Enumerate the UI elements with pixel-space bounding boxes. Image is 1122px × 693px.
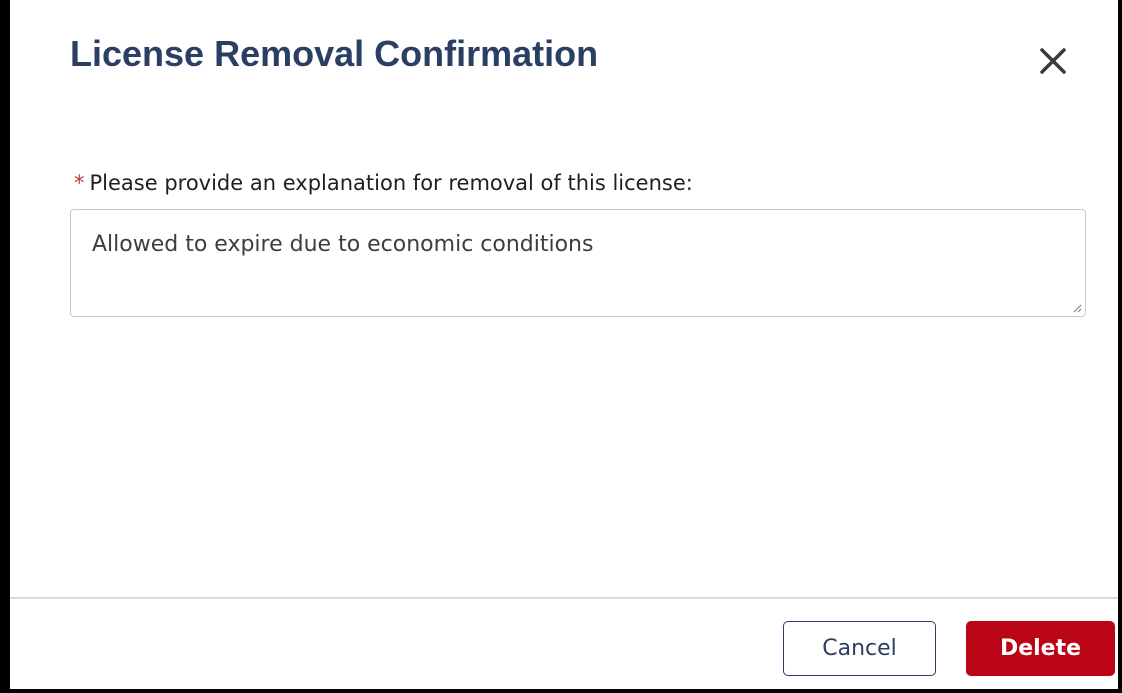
delete-button[interactable]: Delete — [966, 621, 1115, 676]
dialog-title: License Removal Confirmation — [70, 33, 599, 74]
cancel-button[interactable]: Cancel — [783, 621, 936, 676]
required-indicator: * — [74, 171, 85, 195]
close-button[interactable] — [1030, 38, 1076, 84]
explanation-value: Allowed to expire due to economic condit… — [92, 232, 594, 257]
explanation-textarea[interactable]: Allowed to expire due to economic condit… — [70, 209, 1086, 317]
explanation-label-text: Please provide an explanation for remova… — [89, 171, 693, 195]
footer-divider — [10, 597, 1118, 599]
license-removal-dialog: License Removal Confirmation * Please pro… — [10, 0, 1118, 689]
explanation-label: * Please provide an explanation for remov… — [74, 171, 693, 196]
resize-handle-icon[interactable] — [1072, 303, 1082, 313]
close-icon — [1040, 48, 1066, 74]
